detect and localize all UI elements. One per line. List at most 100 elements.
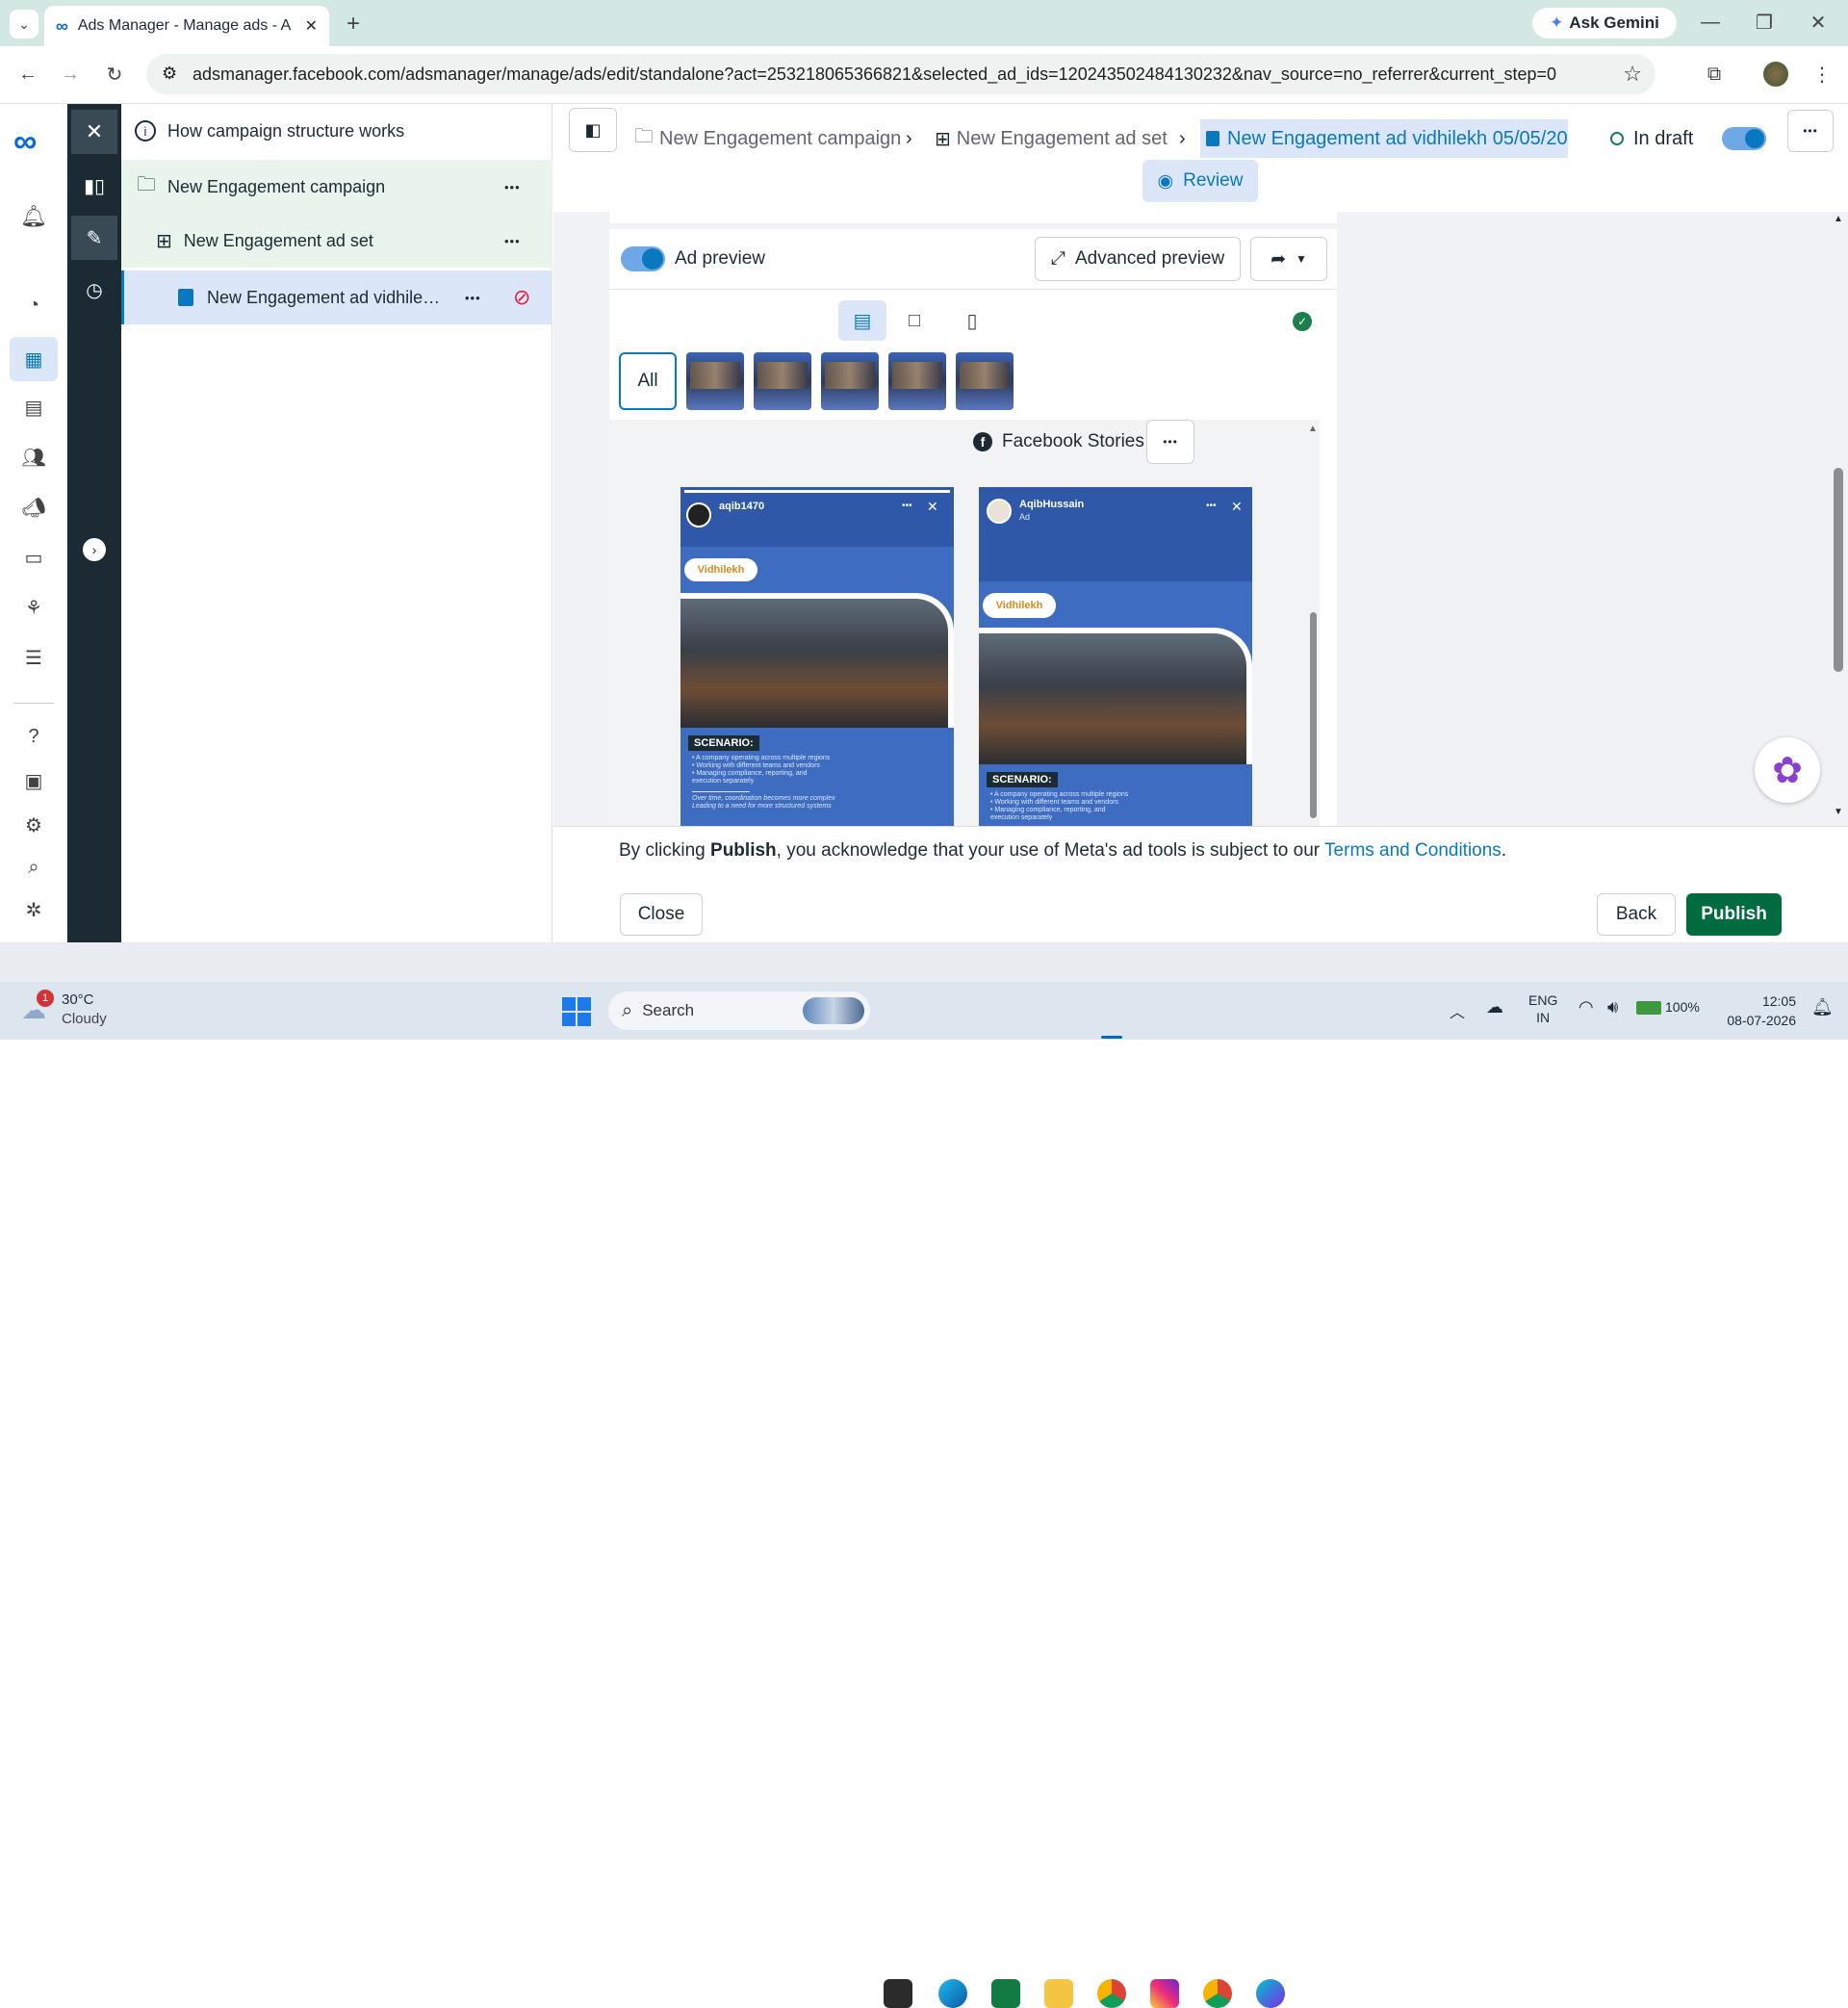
file-explorer-icon[interactable]: [1044, 1979, 1073, 2008]
url-input[interactable]: ⚙ adsmanager.facebook.com/adsmanager/man…: [146, 54, 1656, 94]
page-scrollbar[interactable]: [1834, 468, 1843, 672]
scroll-up-icon[interactable]: ▲: [1308, 424, 1318, 434]
breadcrumb-adset[interactable]: ⊞ New Engagement ad set: [935, 119, 1168, 158]
task-view-icon[interactable]: [884, 1979, 912, 2008]
review-button[interactable]: ◉ Review: [1142, 160, 1258, 202]
battery-icon[interactable]: [1636, 1001, 1661, 1015]
excel-icon[interactable]: [991, 1979, 1020, 2008]
bug-icon[interactable]: ✲: [19, 895, 48, 924]
scroll-up-icon[interactable]: ▲: [1834, 214, 1843, 224]
campaign-more-button[interactable]: •••: [504, 180, 521, 194]
news-icon[interactable]: ▣: [19, 766, 48, 795]
ad-preview-toggle[interactable]: [621, 246, 665, 271]
close-tab-icon[interactable]: ✕: [305, 16, 318, 36]
edge-icon[interactable]: [938, 1979, 967, 2008]
folder-icon: 🗀︎: [137, 174, 156, 195]
weather-widget[interactable]: ☁ 1 30°C Cloudy: [19, 990, 135, 1032]
site-info-icon[interactable]: ⚙: [162, 64, 177, 84]
expand-chevron-icon[interactable]: ›: [83, 538, 106, 561]
advanced-preview-button[interactable]: ⤢ Advanced preview: [1035, 237, 1241, 281]
network-icon[interactable]: ⚘: [19, 593, 48, 622]
bell-icon[interactable]: 🔔︎: [19, 202, 48, 231]
publish-button[interactable]: Publish: [1686, 893, 1782, 936]
billing-icon[interactable]: ▭: [19, 543, 48, 572]
volume-icon[interactable]: 🔊︎: [1607, 997, 1618, 1017]
profile-avatar[interactable]: [1763, 62, 1788, 87]
tree-item-campaign[interactable]: 🗀︎ New Engagement campaign •••: [121, 160, 552, 214]
taskbar-search[interactable]: ⌕ Search: [608, 991, 870, 1030]
close-window-icon[interactable]: ✕: [1804, 8, 1833, 37]
tree-item-adset[interactable]: ⊞ New Engagement ad set •••: [121, 214, 552, 268]
chrome-profile-icon[interactable]: [1203, 1979, 1232, 2008]
chevron-up-icon[interactable]: ︿: [1450, 999, 1465, 1022]
instagram-icon[interactable]: [1150, 1979, 1179, 2008]
how-it-works-link[interactable]: i How campaign structure works: [121, 104, 552, 158]
adset-more-button[interactable]: •••: [504, 234, 521, 248]
inner-scrollbar[interactable]: [1310, 612, 1317, 818]
scroll-down-icon[interactable]: ▼: [1834, 807, 1843, 817]
creative-thumbnail[interactable]: [821, 352, 879, 410]
search-icon[interactable]: ⌕: [19, 853, 48, 882]
notification-icon[interactable]: 🔔︎: [1811, 997, 1834, 1017]
info-icon: i: [135, 120, 156, 142]
filter-all-button[interactable]: All: [619, 352, 677, 410]
breadcrumb-ad[interactable]: New Engagement ad vidhilekh 05/05/20: [1200, 119, 1568, 158]
new-tab-button[interactable]: +: [339, 10, 368, 39]
onedrive-icon[interactable]: ☁: [1486, 997, 1503, 1017]
reload-icon[interactable]: ↻: [100, 60, 129, 89]
back-arrow-icon[interactable]: ←: [13, 60, 42, 89]
forward-arrow-icon[interactable]: →: [56, 60, 85, 89]
chevron-right-icon: ›: [906, 127, 912, 149]
vertical-format-icon[interactable]: ▯: [952, 300, 992, 341]
feed-format-icon[interactable]: ▤: [838, 300, 886, 341]
language-indicator[interactable]: ENG IN: [1528, 991, 1557, 1026]
terms-link[interactable]: Terms and Conditions: [1324, 840, 1502, 861]
clock[interactable]: 12:05 08-07-2026: [1715, 991, 1796, 1030]
ask-gemini-button[interactable]: ✦ Ask Gemini: [1532, 8, 1677, 39]
chrome-icon[interactable]: [1097, 1979, 1126, 2008]
audience-icon[interactable]: 👥︎: [19, 443, 48, 472]
creative-thumbnail[interactable]: [956, 352, 1014, 410]
history-clock-icon[interactable]: ◷: [71, 268, 117, 312]
edit-pencil-icon[interactable]: ✎: [71, 216, 117, 260]
settings-icon[interactable]: ⚙: [19, 811, 48, 839]
expand-arrows-icon: ⤢: [1050, 248, 1065, 269]
placement-label: f Facebook Stories: [973, 431, 1144, 452]
dashboard-icon[interactable]: ◔: [19, 291, 48, 320]
chart-icon[interactable]: ▮▯: [71, 164, 117, 208]
more-options-button[interactable]: •••: [1787, 110, 1834, 152]
help-icon[interactable]: ?: [19, 722, 48, 751]
back-button[interactable]: Back: [1597, 893, 1676, 936]
creative-thumbnail[interactable]: [686, 352, 744, 410]
tree-item-ad[interactable]: New Engagement ad vidhile… ••• ⊘: [121, 270, 552, 324]
table-icon[interactable]: ▦: [10, 337, 58, 381]
pages-icon[interactable]: ▤: [19, 393, 48, 422]
wifi-icon[interactable]: ◠: [1578, 997, 1594, 1017]
meta-logo-icon[interactable]: ∞: [13, 123, 37, 161]
menu-icon[interactable]: ☰: [19, 643, 48, 672]
ad-more-button[interactable]: •••: [465, 291, 481, 305]
canva-icon[interactable]: [1256, 1979, 1285, 2008]
placement-more-button[interactable]: •••: [1146, 420, 1194, 464]
creative-thumbnail[interactable]: [754, 352, 811, 410]
scenario-label: SCENARIO:: [987, 772, 1058, 787]
creative-thumbnail[interactable]: [888, 352, 946, 410]
tab-search-icon[interactable]: ⌄: [10, 10, 38, 39]
share-dropdown-button[interactable]: ➦ ▼: [1250, 237, 1327, 281]
restore-icon[interactable]: ❐: [1750, 8, 1779, 37]
square-format-icon[interactable]: □: [894, 300, 935, 341]
ad-status-toggle[interactable]: [1722, 127, 1766, 150]
search-icon: ⌕: [622, 999, 633, 1021]
browser-tab[interactable]: ∞ Ads Manager - Manage ads - A ✕: [44, 6, 329, 46]
breadcrumb-campaign[interactable]: 🗀︎ New Engagement campaign: [634, 119, 901, 158]
browser-menu-icon[interactable]: ⋮: [1808, 60, 1836, 89]
windows-start-icon[interactable]: [562, 997, 591, 1026]
bookmark-star-icon[interactable]: ☆: [1623, 62, 1642, 87]
campaign-icon[interactable]: 📣︎: [19, 493, 48, 522]
minimize-icon[interactable]: —: [1696, 8, 1725, 37]
toggle-sidebar-button[interactable]: ◧: [569, 108, 617, 152]
extensions-icon[interactable]: ⧉: [1700, 60, 1729, 89]
close-panel-icon[interactable]: ✕: [71, 110, 117, 154]
close-button[interactable]: Close: [620, 893, 703, 936]
assistant-bubble[interactable]: ✿: [1755, 737, 1820, 803]
